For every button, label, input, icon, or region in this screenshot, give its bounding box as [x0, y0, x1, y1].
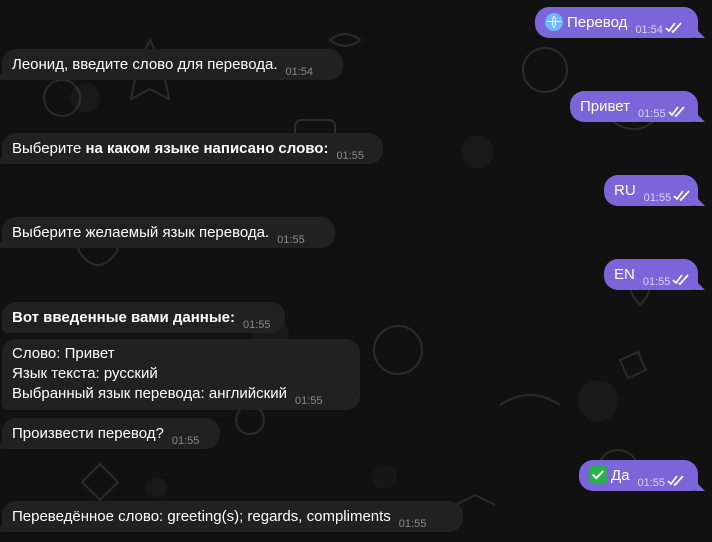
message-text: EN: [614, 266, 635, 283]
bubble-tail: [0, 238, 5, 248]
message-time: 01:55: [637, 477, 666, 489]
bubble-tail: [0, 70, 5, 80]
message-text-prefix: Выберите: [12, 140, 86, 157]
message-time: 01:55: [643, 192, 672, 204]
message-text: Вот введенные вами данные:: [12, 309, 236, 326]
bubble-tail: [0, 154, 5, 164]
double-check-icon: [667, 106, 686, 117]
message-time: 01:55: [398, 518, 427, 530]
bubble-tail: [695, 196, 705, 206]
summary-word-line: Слово: Привет: [12, 345, 115, 362]
message-time: 01:54: [635, 24, 663, 36]
double-check-icon: [672, 274, 690, 285]
message-time: 01:55: [642, 276, 671, 288]
message-time: 01:55: [294, 395, 323, 407]
message-in-translation-result[interactable]: Переведённое слово: greeting(s); regards…: [0, 501, 463, 532]
bubble-tail: [695, 28, 705, 38]
message-in-enter-word[interactable]: Леонид, введите слово для перевода. 01:54: [0, 49, 343, 80]
message-in-data-summary[interactable]: Слово: Привет Язык текста: русский Выбра…: [2, 339, 360, 410]
message-text: Перевод: [567, 14, 628, 31]
message-out-yes[interactable]: Да 01:55: [579, 460, 705, 491]
summary-source-language-line: Язык текста: русский: [12, 365, 158, 382]
bubble-tail: [695, 481, 705, 491]
message-text: Произвести перевод?: [12, 425, 164, 442]
message-out-en[interactable]: EN 01:55: [604, 259, 705, 290]
message-in-target-language[interactable]: Выберите желаемый язык перевода. 01:55: [0, 217, 335, 248]
message-time: 01:54: [285, 66, 314, 78]
double-check-icon: [665, 22, 683, 33]
message-time: 01:55: [638, 108, 666, 120]
bubble-tail: [695, 280, 705, 290]
bubble-tail: [0, 522, 5, 532]
message-text: RU: [614, 182, 636, 199]
message-text-bold: на каком языке написано слово:: [85, 140, 329, 157]
message-text: Привет: [580, 98, 631, 115]
message-out-ru[interactable]: RU 01:55: [604, 175, 705, 206]
summary-target-language-line: Выбранный язык перевода: английский: [12, 385, 287, 402]
double-check-icon: [667, 475, 685, 486]
message-in-data-summary-title[interactable]: Вот введенные вами данные: 01:55: [2, 302, 285, 333]
message-in-choose-language[interactable]: Выберите на каком языке написано слово: 0…: [0, 133, 383, 164]
chat-background: Перевод 01:54 Леонид, введите слово для п…: [0, 0, 712, 542]
message-out-hello[interactable]: Привет 01:55: [570, 91, 705, 122]
message-in-confirm[interactable]: Произвести перевод? 01:55: [0, 418, 220, 449]
message-text: Леонид, введите слово для перевода.: [12, 56, 278, 73]
message-text: Да: [611, 467, 630, 484]
message-time: 01:55: [243, 319, 271, 331]
double-check-icon: [673, 190, 691, 201]
message-time: 01:55: [336, 150, 364, 162]
message-time: 01:55: [171, 435, 200, 447]
message-text: Переведённое слово: greeting(s); regards…: [12, 508, 391, 525]
bubble-tail: [695, 112, 705, 122]
check-box-icon: [589, 466, 607, 484]
globe-icon: [545, 13, 563, 31]
message-out-translate[interactable]: Перевод 01:54: [535, 7, 705, 38]
bubble-tail: [0, 439, 5, 449]
message-time: 01:55: [277, 234, 305, 246]
message-text: Выберите желаемый язык перевода.: [12, 224, 270, 241]
